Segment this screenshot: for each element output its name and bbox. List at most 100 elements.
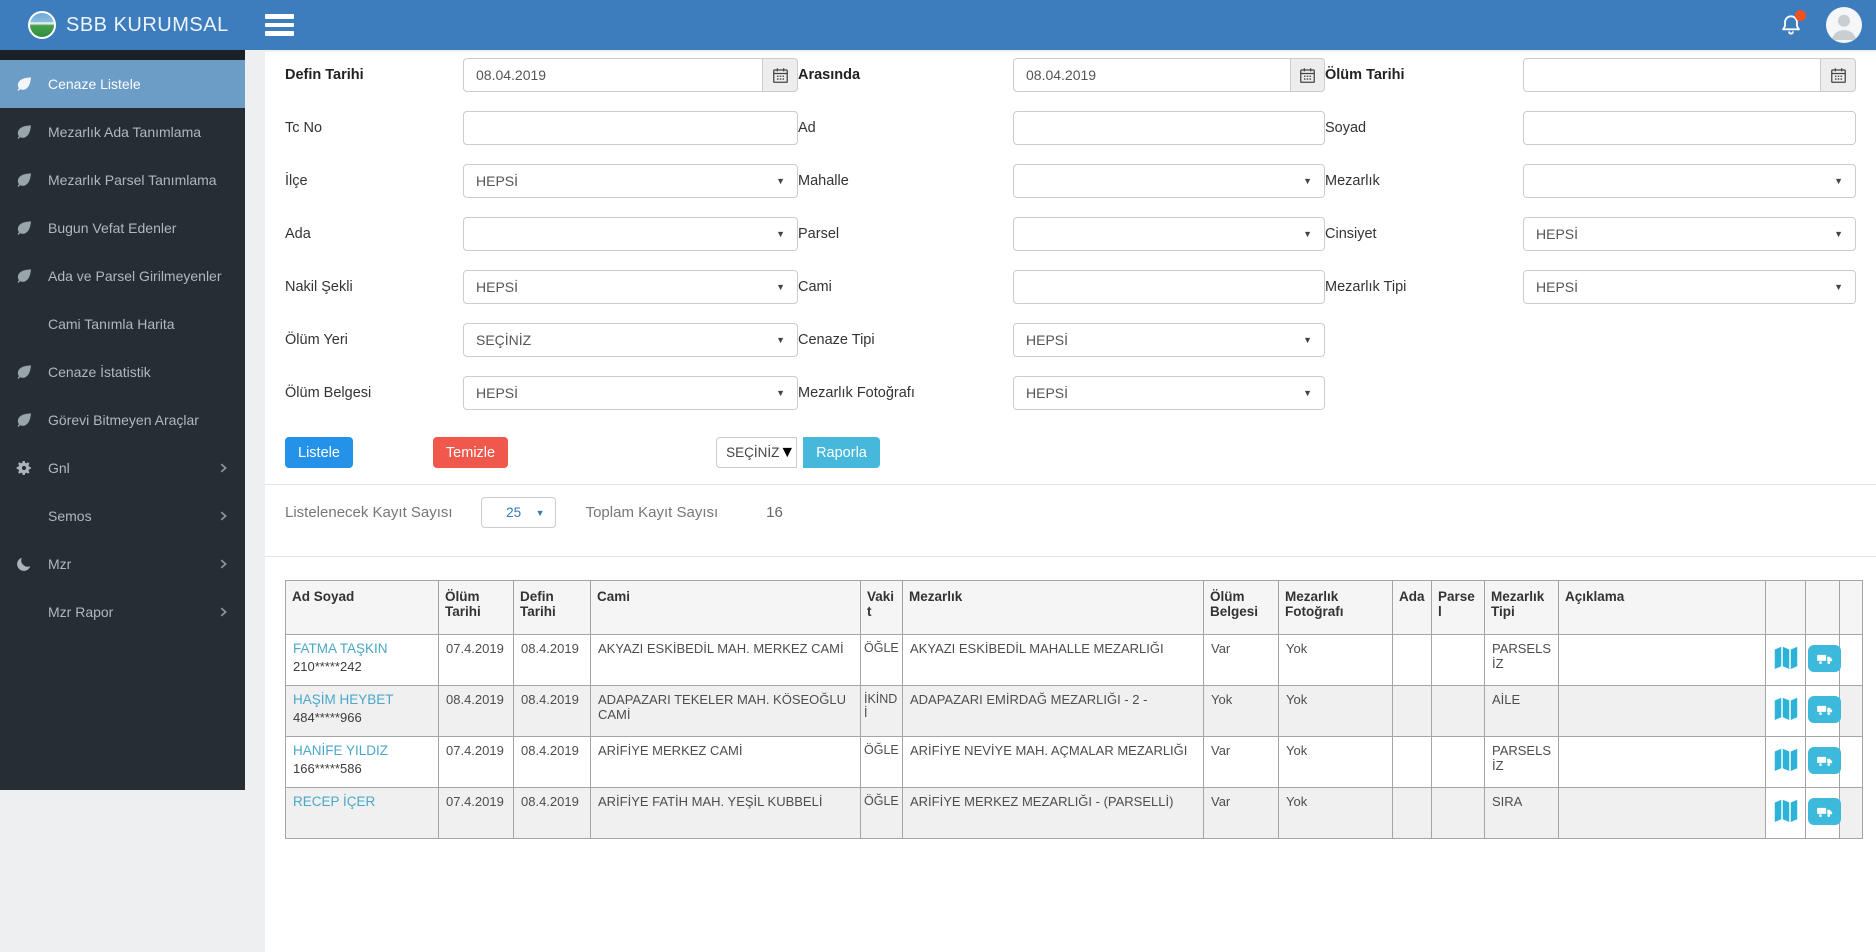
chevron-down-icon: ▼ [776, 282, 785, 292]
mezarlik-fotografi-select[interactable]: HEPSİ ▼ [1013, 376, 1325, 410]
map-button[interactable] [1771, 694, 1801, 727]
truck-icon [1816, 807, 1832, 817]
action-button-row: Listele Temizle SEÇİNİZ ▼ Raporla [285, 437, 1856, 468]
tc-no-input[interactable] [463, 111, 798, 145]
hamburger-icon [265, 14, 294, 19]
nakil-sekli-select[interactable]: HEPSİ ▼ [463, 270, 798, 304]
listele-button[interactable]: Listele [285, 437, 353, 468]
sidebar-item-mezarlik-parsel-tanimlama[interactable]: Mezarlık Parsel Tanımlama [0, 156, 245, 204]
leaf-icon [17, 125, 31, 139]
gear-icon [16, 460, 31, 476]
col-header-mezarlik: Mezarlık [902, 580, 1204, 635]
sidebar-item-mzr-rapor[interactable]: Mzr Rapor [0, 588, 245, 636]
vehicle-button[interactable] [1808, 747, 1841, 774]
col-header-mezarlik-tipi: Mezarlık Tipi [1484, 580, 1559, 635]
cell-olum-tarihi: 07.4.2019 [438, 736, 514, 788]
temizle-button[interactable]: Temizle [432, 437, 509, 468]
map-button[interactable] [1771, 745, 1801, 778]
col-header-vakit: Vakit [860, 580, 903, 635]
person-link[interactable]: HAŞİM HEYBET [293, 692, 431, 707]
sidebar-item-label: Mezarlık Ada Tanımlama [48, 124, 202, 140]
brand-logo-link[interactable]: SBB KURUMSAL [0, 0, 245, 50]
sidebar-item-bugun-vefat-edenler[interactable]: Bugun Vefat Edenler [0, 204, 245, 252]
chevron-down-icon: ▼ [776, 388, 785, 398]
chevron-right-icon [220, 559, 227, 569]
sidebar-item-gnl[interactable]: Gnl [0, 444, 245, 492]
ad-input[interactable] [1013, 111, 1325, 145]
cell-mezarlik-tipi: AİLE [1484, 685, 1559, 737]
chevron-down-icon: ▼ [1303, 388, 1312, 398]
tc-number: 210*****242 [293, 659, 362, 674]
defin-tarihi-label: Defin Tarihi [285, 67, 364, 83]
page-size-select[interactable]: 25 ▼ [480, 497, 556, 528]
mezarlik-select[interactable]: ▼ [1523, 164, 1856, 198]
sidebar-top-strip [0, 50, 245, 60]
report-type-select[interactable]: SEÇİNİZ ▼ [716, 437, 798, 468]
cell-vakit: ÖĞLE [860, 787, 903, 839]
sidebar-item-semos[interactable]: Semos [0, 492, 245, 540]
soyad-input[interactable] [1523, 111, 1856, 145]
olum-tarihi-label: Ölüm Tarihi [1325, 67, 1405, 83]
olum-tarihi-input[interactable] [1523, 58, 1821, 92]
person-icon [1831, 14, 1857, 40]
cami-input[interactable] [1013, 270, 1325, 304]
arasinda-input[interactable] [1013, 58, 1290, 92]
olum-yeri-select[interactable]: SEÇİNİZ ▼ [463, 323, 798, 357]
ada-select[interactable]: ▼ [463, 217, 798, 251]
arasinda-calendar-button[interactable] [1289, 58, 1325, 92]
cell-cami: ADAPAZARI TEKELER MAH. KÖSEOĞLU CAMİ [590, 685, 861, 737]
sidebar-item-cenaze-istatistik[interactable]: Cenaze İstatistik [0, 348, 245, 396]
ilce-select[interactable]: HEPSİ ▼ [463, 164, 798, 198]
sidebar-item-cami-tanimla-harita[interactable]: Cami Tanımla Harita [0, 300, 245, 348]
chevron-right-icon [220, 463, 227, 473]
cell-ada [1392, 685, 1432, 737]
notifications-button[interactable] [1778, 10, 1806, 39]
leaf-icon [17, 221, 31, 235]
sidebar-item-ada-ve-parsel-girilmeyenler[interactable]: Ada ve Parsel Girilmeyenler [0, 252, 245, 300]
mezarlik-tipi-select[interactable]: HEPSİ ▼ [1523, 270, 1856, 304]
person-link[interactable]: HANİFE YILDIZ [293, 743, 431, 758]
map-button[interactable] [1771, 796, 1801, 829]
col-header-defin-tarihi: Defin Tarihi [513, 580, 591, 635]
cell-mezarlik: ADAPAZARI EMİRDAĞ MEZARLIĞI - 2 - [902, 685, 1204, 737]
sidebar-item-gorevi-bitmeyen-araclar[interactable]: Görevi Bitmeyen Araçlar [0, 396, 245, 444]
cell-ada [1392, 634, 1432, 686]
cenaze-tipi-select[interactable]: HEPSİ ▼ [1013, 323, 1325, 357]
cinsiyet-select[interactable]: HEPSİ ▼ [1523, 217, 1856, 251]
sidebar-item-mzr[interactable]: Mzr [0, 540, 245, 588]
sidebar-item-label: Mezarlık Parsel Tanımlama [48, 172, 217, 188]
cell-mezarlik-tipi: SIRA [1484, 787, 1559, 839]
person-link[interactable]: RECEP İÇER [293, 794, 431, 809]
mahalle-select[interactable]: ▼ [1013, 164, 1325, 198]
header-actions [1778, 7, 1876, 43]
sidebar-item-mezarlik-ada-tanimlama[interactable]: Mezarlık Ada Tanımlama [0, 108, 245, 156]
cell-aciklama [1558, 787, 1766, 839]
defin-tarihi-input[interactable] [463, 58, 763, 92]
parsel-select[interactable]: ▼ [1013, 217, 1325, 251]
sidebar-toggle-button[interactable] [265, 0, 311, 50]
sidebar-item-cenaze-listele[interactable]: Cenaze Listele [0, 60, 245, 108]
defin-tarihi-calendar-button[interactable] [762, 58, 798, 92]
cell-olum-belgesi: Var [1203, 634, 1279, 686]
chevron-down-icon: ▼ [1303, 176, 1312, 186]
map-button[interactable] [1771, 643, 1801, 676]
vehicle-button[interactable] [1808, 696, 1841, 723]
total-count-label: Toplam Kayıt Sayısı [585, 504, 719, 521]
leaf-icon [17, 365, 31, 379]
olum-belgesi-select[interactable]: HEPSİ ▼ [463, 376, 798, 410]
sidebar-item-label: Cenaze Listele [48, 76, 141, 92]
cell-vakit: ÖĞLE [860, 736, 903, 788]
cell-aciklama [1558, 634, 1766, 686]
olum-tarihi-calendar-button[interactable] [1820, 58, 1856, 92]
user-avatar[interactable] [1826, 7, 1862, 43]
top-header-bar: SBB KURUMSAL [0, 0, 1876, 50]
person-link[interactable]: FATMA TAŞKIN [293, 641, 431, 656]
cell-parsel [1431, 685, 1485, 737]
cell-cami: AKYAZI ESKİBEDİL MAH. MERKEZ CAMİ [590, 634, 861, 686]
raporla-button[interactable]: Raporla [803, 437, 880, 468]
vehicle-button[interactable] [1808, 798, 1841, 825]
cell-parsel [1431, 787, 1485, 839]
sidebar-item-label: Ada ve Parsel Girilmeyenler [48, 268, 222, 284]
vehicle-button[interactable] [1808, 645, 1841, 672]
chevron-down-icon: ▼ [776, 335, 785, 345]
